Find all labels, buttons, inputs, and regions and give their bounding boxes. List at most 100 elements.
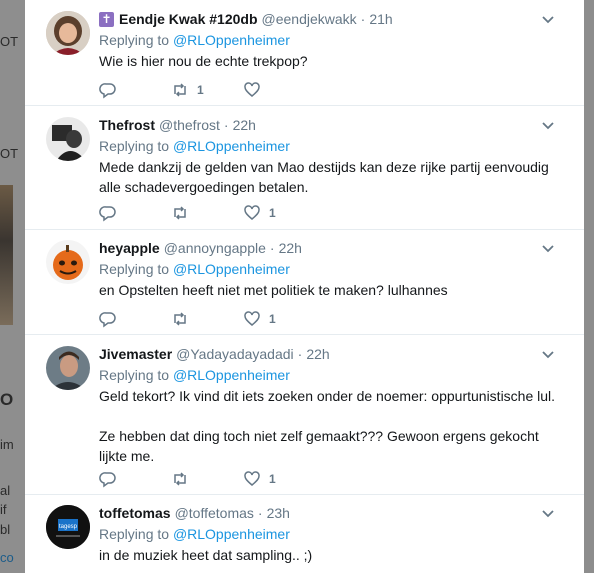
like-count: 1: [269, 206, 276, 220]
mention-link[interactable]: @RLOppenheimer: [173, 138, 290, 154]
like-button[interactable]: 1: [243, 204, 276, 222]
retweet-button[interactable]: [171, 470, 243, 488]
reply-icon: [99, 312, 116, 328]
avatar[interactable]: tagesp: [46, 505, 90, 549]
reply-tweet[interactable]: tagesp toffetomas @toffetomas · 23h Repl…: [25, 495, 584, 573]
avatar[interactable]: [46, 117, 90, 161]
replying-to: Replying to @RLOppenheimer: [99, 524, 564, 544]
display-name[interactable]: heyapple: [99, 239, 160, 257]
background-page: OT OT O im al if bl co: [0, 0, 25, 573]
tweet-actions: 1: [99, 469, 276, 489]
timestamp[interactable]: 22h: [233, 116, 256, 134]
heart-icon: [244, 311, 260, 326]
chevron-down-icon[interactable]: [540, 11, 556, 27]
separator-dot: ·: [257, 505, 263, 521]
user-handle[interactable]: @eendjekwakk: [262, 10, 357, 28]
avatar[interactable]: [46, 346, 90, 390]
heart-icon: [244, 82, 260, 97]
mention-link[interactable]: @RLOppenheimer: [173, 367, 290, 383]
like-button[interactable]: 1: [243, 470, 276, 488]
display-name[interactable]: toffetomas: [99, 504, 171, 522]
tweet-paragraph: Wie is hier nou de echte trekpop?: [99, 53, 308, 69]
like-count: 1: [269, 472, 276, 486]
retweet-count: 1: [197, 83, 204, 97]
tweet-text: en Opstelten heeft niet met politiek te …: [99, 280, 564, 300]
tweet-paragraph: in de muziek heet dat sampling.. ;): [99, 547, 313, 563]
reply-icon: [99, 83, 116, 99]
replying-to-label: Replying to: [99, 138, 170, 154]
background-text: if: [0, 502, 7, 517]
like-button[interactable]: [243, 81, 269, 99]
timestamp[interactable]: 22h: [279, 239, 302, 257]
retweet-button[interactable]: [171, 310, 243, 328]
reply-icon: [99, 206, 116, 222]
retweet-icon: [174, 312, 186, 326]
display-name[interactable]: Eendje Kwak #120db: [119, 10, 258, 28]
tweet-paragraph: Mede dankzij de gelden van Mao destijds …: [99, 159, 549, 195]
tweet-paragraph: en Opstelten heeft niet met politiek te …: [99, 282, 448, 298]
mention-link[interactable]: @RLOppenheimer: [173, 261, 290, 277]
chevron-down-icon[interactable]: [540, 117, 556, 133]
tweet-actions: 1: [99, 309, 276, 329]
tweet-actions: 1: [99, 203, 276, 223]
chevron-down-icon[interactable]: [540, 346, 556, 362]
retweet-button[interactable]: 1: [171, 81, 243, 99]
retweet-button[interactable]: [171, 204, 243, 222]
tweet-paragraph: Ze hebben dat ding toch niet zelf gemaak…: [99, 428, 539, 464]
display-name[interactable]: Jivemaster: [99, 345, 172, 363]
replying-to-label: Replying to: [99, 526, 170, 542]
mention-link[interactable]: @RLOppenheimer: [173, 32, 290, 48]
separator-dot: ·: [297, 346, 303, 362]
chevron-down-icon[interactable]: [540, 505, 556, 521]
user-handle[interactable]: @toffetomas: [175, 504, 254, 522]
replying-to-label: Replying to: [99, 32, 170, 48]
background-text: bl: [0, 522, 11, 537]
avatar-logo-text: tagesp: [59, 524, 78, 530]
separator-dot: ·: [223, 117, 229, 133]
tweet-text: Mede dankzij de gelden van Mao destijds …: [99, 157, 564, 197]
reply-button[interactable]: [99, 310, 171, 328]
reply-button[interactable]: [99, 470, 171, 488]
reply-icon: [99, 472, 116, 488]
separator-dot: ·: [360, 11, 366, 27]
like-button[interactable]: 1: [243, 310, 276, 328]
retweet-icon: [174, 206, 186, 220]
heart-icon: [244, 205, 260, 220]
background-image: [0, 185, 13, 325]
tweet-text: Wie is hier nou de echte trekpop?: [99, 51, 564, 71]
tweet-text: Geld tekort? Ik vind dit iets zoeken ond…: [99, 386, 564, 466]
reply-button[interactable]: [99, 204, 171, 222]
timestamp[interactable]: 22h: [306, 345, 329, 363]
retweet-icon: [174, 472, 186, 486]
user-handle[interactable]: @thefrost: [159, 116, 220, 134]
reply-button[interactable]: [99, 81, 171, 99]
replying-to: Replying to @RLOppenheimer: [99, 259, 564, 279]
avatar[interactable]: [46, 240, 90, 284]
background-text: O: [0, 390, 14, 409]
heart-icon: [244, 471, 260, 486]
timestamp[interactable]: 23h: [267, 504, 290, 522]
background-text: al: [0, 483, 11, 498]
replying-to-label: Replying to: [99, 261, 170, 277]
background-page-right: [584, 0, 594, 573]
background-text: OT: [0, 34, 19, 49]
timestamp[interactable]: 21h: [369, 10, 392, 28]
replies-panel: ✝ Eendje Kwak #120db @eendjekwakk · 21h …: [25, 0, 584, 573]
tweet-actions: 1: [99, 80, 269, 100]
like-count: 1: [269, 312, 276, 326]
retweet-icon: [174, 83, 186, 97]
replying-to: Replying to @RLOppenheimer: [99, 136, 564, 156]
background-text: OT: [0, 146, 19, 161]
display-name[interactable]: Thefrost: [99, 116, 155, 134]
replying-to: Replying to @RLOppenheimer: [99, 365, 564, 385]
user-handle[interactable]: @Yadayadayadadi: [176, 345, 293, 363]
background-text: im: [0, 437, 14, 452]
mention-link[interactable]: @RLOppenheimer: [173, 526, 290, 542]
tweet-paragraph: Geld tekort? Ik vind dit iets zoeken ond…: [99, 388, 556, 404]
background-text: co: [0, 550, 14, 565]
avatar[interactable]: [46, 11, 90, 55]
chevron-down-icon[interactable]: [540, 240, 556, 256]
separator-dot: ·: [269, 240, 275, 256]
user-handle[interactable]: @annoyngapple: [164, 239, 266, 257]
tweet-text: in de muziek heet dat sampling.. ;): [99, 545, 564, 565]
